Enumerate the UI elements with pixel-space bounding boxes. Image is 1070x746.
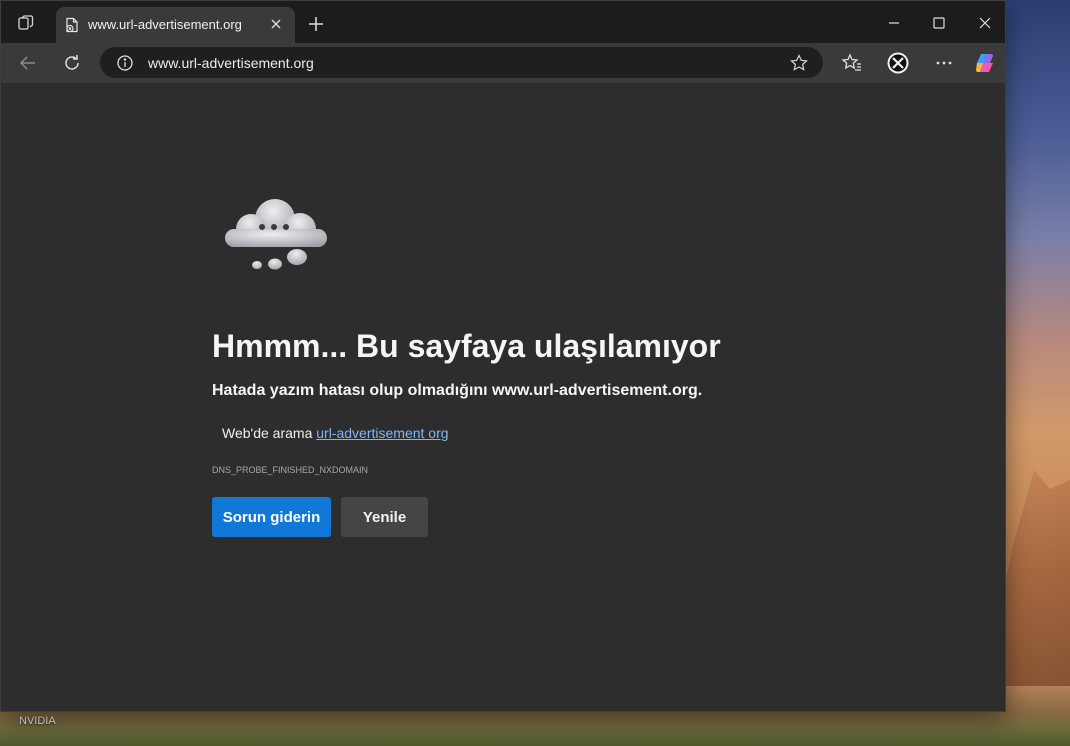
error-page: Hmmm... Bu sayfaya ulaşılamıyor Hatada y… — [1, 83, 1005, 711]
close-window-icon[interactable] — [975, 13, 995, 33]
web-search-suggestion: Web'de arama url-advertisement org — [222, 425, 449, 441]
title-bar: www.url-advertisement.org — [1, 1, 1005, 43]
minimize-icon[interactable] — [884, 13, 904, 33]
copilot-icon[interactable] — [973, 51, 997, 75]
favorites-icon[interactable] — [840, 51, 864, 75]
address-bar[interactable]: www.url-advertisement.org — [100, 47, 823, 78]
workspaces-icon[interactable] — [17, 14, 35, 32]
back-arrow-icon[interactable] — [16, 51, 40, 75]
error-subtext: Hatada yazım hatası olup olmadığını www.… — [212, 382, 703, 399]
error-code: DNS_PROBE_FINISHED_NXDOMAIN — [212, 465, 369, 475]
info-icon[interactable] — [116, 54, 134, 72]
close-icon[interactable] — [267, 15, 285, 33]
browser-tab[interactable]: www.url-advertisement.org — [56, 7, 295, 43]
web-search-link[interactable]: url-advertisement org — [316, 425, 448, 441]
troubleshoot-button[interactable]: Sorun giderin — [212, 497, 331, 537]
plus-icon[interactable] — [306, 14, 326, 34]
maximize-icon[interactable] — [929, 13, 949, 33]
page-error-icon — [64, 17, 80, 33]
toolbar: www.url-advertisement.org — [1, 43, 1005, 83]
refresh-button[interactable]: Yenile — [341, 497, 428, 537]
extension-icon[interactable] — [886, 51, 910, 75]
browser-window: www.url-advertisement.org www.url-advert… — [0, 0, 1006, 712]
refresh-icon[interactable] — [60, 51, 84, 75]
error-heading: Hmmm... Bu sayfaya ulaşılamıyor — [212, 328, 721, 364]
tab-title: www.url-advertisement.org — [88, 17, 242, 32]
desktop-label: NVIDIA — [19, 715, 56, 727]
more-icon[interactable] — [932, 51, 956, 75]
cloud-icon — [217, 193, 335, 275]
star-icon[interactable] — [789, 53, 809, 73]
address-bar-url: www.url-advertisement.org — [148, 55, 314, 71]
search-prefix: Web'de arama — [222, 425, 313, 441]
